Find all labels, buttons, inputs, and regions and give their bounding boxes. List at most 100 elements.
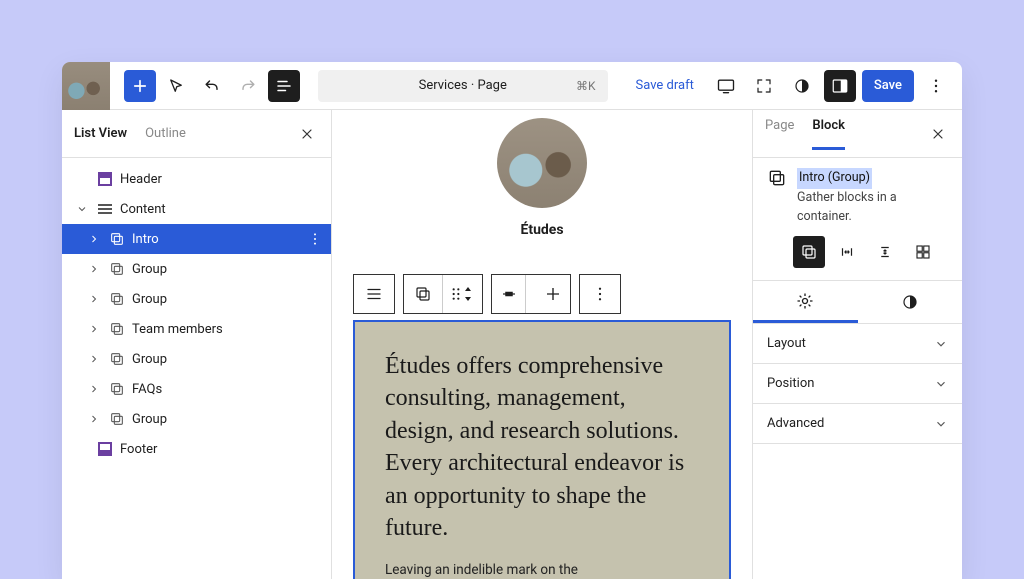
canvas-content: Études	[332, 110, 752, 579]
settings-sidebar-button[interactable]	[824, 70, 856, 102]
tree-label: Group	[132, 262, 167, 277]
undo-button[interactable]	[196, 70, 228, 102]
page-title-bar[interactable]: Services · Page ⌘K	[318, 70, 608, 102]
tree-item-more-icon[interactable]	[307, 231, 323, 247]
section-label: Position	[767, 376, 814, 391]
tab-list-view[interactable]: List View	[74, 124, 127, 143]
save-button-label: Save	[874, 78, 902, 93]
group-icon	[767, 168, 787, 226]
tb-justify-button[interactable]	[492, 275, 526, 313]
tree-item-footer[interactable]: Footer	[62, 434, 331, 464]
block-toolbar	[353, 274, 731, 314]
tb-parent-button[interactable]	[353, 274, 395, 314]
chevron-down-icon	[934, 337, 948, 351]
tree-item-group[interactable]: Group	[62, 254, 331, 284]
group-icon	[108, 320, 126, 338]
chevron-down-icon	[934, 417, 948, 431]
site-logo-image[interactable]	[497, 118, 587, 208]
move-arrows-icon	[463, 285, 473, 303]
select-tool-button[interactable]	[160, 70, 192, 102]
group-icon	[108, 410, 126, 428]
tree-item-header[interactable]: Header	[62, 164, 331, 194]
gear-icon	[795, 291, 815, 311]
tree-item-intro[interactable]: Intro	[62, 224, 331, 254]
chevron-right-icon[interactable]	[86, 321, 102, 337]
chevron-right-icon[interactable]	[86, 231, 102, 247]
tree-label: Group	[132, 352, 167, 367]
intro-heading[interactable]: Études offers comprehensive consulting, …	[385, 350, 699, 544]
save-button[interactable]: Save	[862, 70, 914, 102]
breadcrumb-label: Services · Page	[419, 78, 507, 93]
subtab-settings[interactable]	[753, 281, 858, 323]
tree-label: Footer	[120, 442, 157, 457]
tb-align-button[interactable]	[536, 275, 570, 313]
settings-header: Page Block	[753, 110, 962, 158]
document-overview-panel: List View Outline Header	[62, 110, 332, 579]
tree-item-faqs[interactable]: FAQs	[62, 374, 331, 404]
block-tree: Header Content Intro	[62, 158, 331, 464]
variation-group-button[interactable]	[793, 236, 825, 268]
chevron-right-icon[interactable]	[86, 411, 102, 427]
chevron-right-icon[interactable]	[86, 381, 102, 397]
toolbar-left-group	[116, 70, 300, 102]
footer-part-icon	[96, 440, 114, 458]
section-advanced[interactable]: Advanced	[753, 404, 962, 444]
tree-item-team-members[interactable]: Team members	[62, 314, 331, 344]
editor-canvas[interactable]: Études	[332, 110, 752, 579]
chevron-right-icon[interactable]	[86, 291, 102, 307]
tree-item-content[interactable]: Content	[62, 194, 331, 224]
styles-icon	[901, 293, 919, 311]
tb-drag-handle[interactable]	[443, 275, 482, 313]
group-variations	[753, 236, 962, 280]
redo-button[interactable]	[232, 70, 264, 102]
spacer-icon	[74, 171, 90, 187]
group-icon	[108, 230, 126, 248]
group-icon	[108, 380, 126, 398]
close-settings-button[interactable]	[926, 122, 950, 146]
block-title: Intro (Group)	[797, 168, 872, 189]
group-icon	[108, 290, 126, 308]
tree-item-group[interactable]: Group	[62, 404, 331, 434]
selected-group-block[interactable]: Études offers comprehensive consulting, …	[353, 320, 731, 579]
tb-more-button[interactable]	[579, 274, 621, 314]
add-block-button[interactable]	[124, 70, 156, 102]
overview-header: List View Outline	[62, 110, 331, 158]
tab-page[interactable]: Page	[765, 118, 794, 150]
intro-subheading[interactable]: Leaving an indelible mark on the landsca…	[385, 560, 625, 579]
settings-panel: Page Block Intro (Group) Gather blocks i…	[752, 110, 962, 579]
subtab-styles[interactable]	[858, 281, 963, 323]
save-draft-button[interactable]: Save draft	[626, 78, 704, 93]
tb-align-group	[491, 274, 571, 314]
section-position[interactable]: Position	[753, 364, 962, 404]
site-title[interactable]: Études	[520, 222, 563, 238]
tree-item-group[interactable]: Group	[62, 284, 331, 314]
block-info: Intro (Group) Gather blocks in a contain…	[753, 158, 962, 236]
document-overview-button[interactable]	[268, 70, 300, 102]
section-layout[interactable]: Layout	[753, 324, 962, 364]
content-icon	[96, 200, 114, 218]
chevron-right-icon[interactable]	[86, 351, 102, 367]
variation-stack-button[interactable]	[869, 236, 901, 268]
variation-grid-button[interactable]	[907, 236, 939, 268]
view-desktop-button[interactable]	[710, 70, 742, 102]
settings-tabs: Page Block	[765, 118, 845, 150]
command-shortcut: ⌘K	[576, 79, 596, 93]
tab-block[interactable]: Block	[812, 118, 845, 150]
block-description: Gather blocks in a container.	[797, 190, 897, 224]
chevron-right-icon[interactable]	[86, 261, 102, 277]
variation-row-button[interactable]	[831, 236, 863, 268]
more-options-button[interactable]	[920, 70, 952, 102]
chevron-down-icon[interactable]	[74, 201, 90, 217]
view-fullscreen-button[interactable]	[748, 70, 780, 102]
group-icon	[108, 260, 126, 278]
chevron-down-icon	[934, 377, 948, 391]
styles-button[interactable]	[786, 70, 818, 102]
tb-block-type-button[interactable]	[404, 275, 443, 313]
section-label: Layout	[767, 336, 806, 351]
tab-outline[interactable]: Outline	[145, 124, 186, 143]
tree-label: Group	[132, 412, 167, 427]
tree-item-group[interactable]: Group	[62, 344, 331, 374]
tree-label: Intro	[132, 232, 159, 247]
close-overview-button[interactable]	[295, 122, 319, 146]
site-thumbnail[interactable]	[62, 62, 110, 110]
